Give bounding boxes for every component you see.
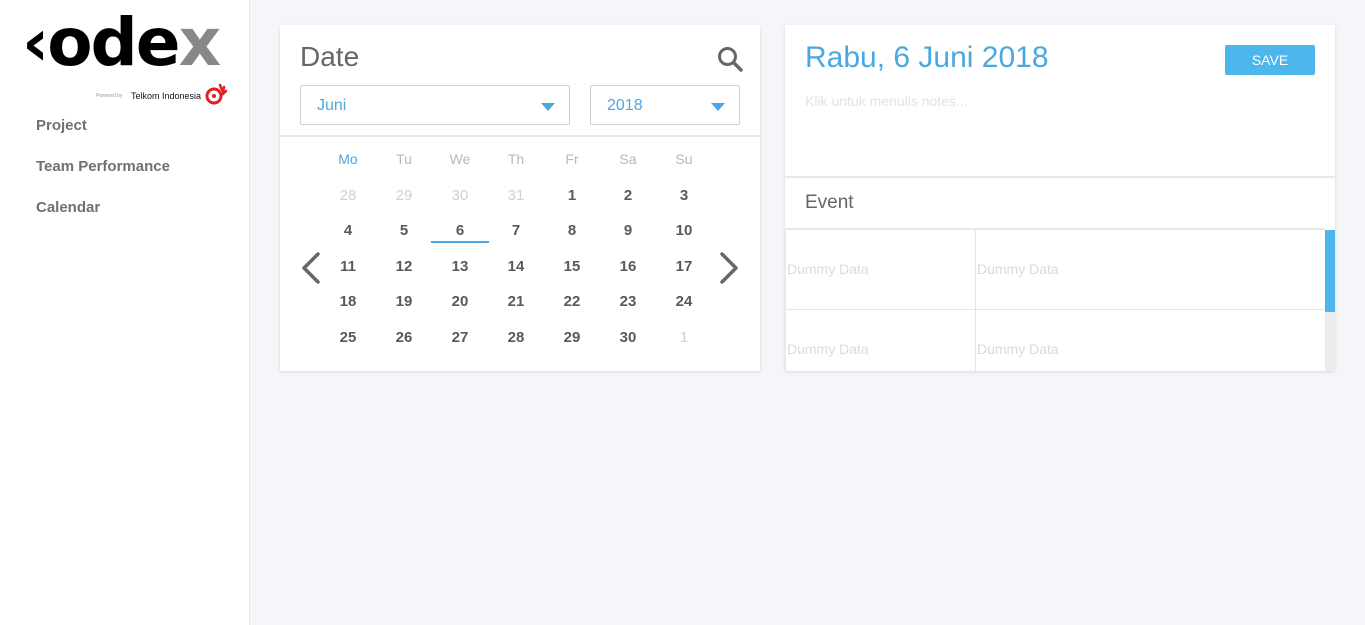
sidebar-item-calendar[interactable]: Calendar bbox=[36, 199, 170, 240]
year-select-value: 2018 bbox=[607, 97, 643, 114]
calendar-day[interactable]: 11 bbox=[320, 249, 376, 284]
calendar-day[interactable]: 28 bbox=[320, 178, 376, 213]
calendar-grid: Mo Tu We Th Fr Sa Su 28 29 30 31 1 2 3 4 5 6 7 8 9 10 11 12 13 1… bbox=[320, 142, 720, 355]
weekday-label: Su bbox=[675, 151, 693, 167]
calendar-day[interactable]: 4 bbox=[320, 213, 376, 248]
calendar-day[interactable]: 5 bbox=[376, 213, 432, 248]
calendar-week-row: 25 26 27 28 29 30 1 bbox=[320, 320, 720, 356]
event-cell[interactable]: Dummy Data bbox=[977, 310, 1326, 371]
notes-input[interactable] bbox=[805, 93, 1315, 163]
calendar-week-row: 11 12 13 14 15 16 17 bbox=[320, 249, 720, 285]
calendar-day[interactable]: 10 bbox=[656, 213, 712, 248]
partner-name: Telkom Indonesia bbox=[131, 91, 202, 101]
save-button[interactable]: SAVE bbox=[1225, 45, 1315, 75]
calendar-day[interactable]: 1 bbox=[656, 320, 712, 355]
weekday-header-row: Mo Tu We Th Fr Sa Su bbox=[320, 142, 720, 178]
calendar-week-row: 28 29 30 31 1 2 3 bbox=[320, 178, 720, 214]
calendar-day[interactable]: 29 bbox=[376, 178, 432, 213]
calendar-day[interactable]: 14 bbox=[488, 249, 544, 284]
sidebar: ‹odex Powered by Telkom Indonesia Projec… bbox=[0, 0, 250, 625]
calendar-day[interactable]: 27 bbox=[432, 320, 488, 355]
sidebar-nav: Project Team Performance Calendar bbox=[36, 117, 170, 240]
weekday-label: Mo bbox=[338, 151, 358, 167]
calendar-day[interactable]: 1 bbox=[544, 178, 600, 213]
year-select[interactable]: 2018 bbox=[590, 85, 740, 125]
event-table: Dummy Data Dummy Data Dummy Data Dummy D… bbox=[785, 228, 1325, 371]
event-scrollbar[interactable] bbox=[1325, 230, 1335, 371]
calendar-day[interactable]: 21 bbox=[488, 284, 544, 319]
calendar-day[interactable]: 19 bbox=[376, 284, 432, 319]
event-scrollbar-thumb[interactable] bbox=[1325, 230, 1335, 312]
kodex-logo[interactable]: ‹odex Powered by Telkom Indonesia bbox=[22, 10, 230, 110]
calendar-day[interactable]: 30 bbox=[432, 178, 488, 213]
calendar-day[interactable]: 22 bbox=[544, 284, 600, 319]
month-select-value: Juni bbox=[317, 97, 347, 114]
calendar-day[interactable]: 30 bbox=[600, 320, 656, 355]
table-row[interactable]: Dummy Data Dummy Data bbox=[785, 310, 1325, 371]
divider bbox=[785, 176, 1335, 178]
sidebar-item-project[interactable]: Project bbox=[36, 117, 170, 158]
calendar-day[interactable]: 23 bbox=[600, 284, 656, 319]
calendar-day[interactable]: 8 bbox=[544, 213, 600, 248]
logo-wordmark: ‹odex bbox=[22, 4, 221, 81]
calendar-day[interactable]: 29 bbox=[544, 320, 600, 355]
calendar-week-row: 4 5 6 7 8 9 10 bbox=[320, 213, 720, 249]
calendar-day[interactable]: 18 bbox=[320, 284, 376, 319]
selected-date-heading: Rabu, 6 Juni 2018 bbox=[805, 41, 1049, 74]
calendar-day[interactable]: 24 bbox=[656, 284, 712, 319]
calendar-day[interactable]: 12 bbox=[376, 249, 432, 284]
table-row[interactable]: Dummy Data Dummy Data bbox=[785, 230, 1325, 310]
calendar-day[interactable]: 31 bbox=[488, 178, 544, 213]
calendar-day[interactable]: 17 bbox=[656, 249, 712, 284]
calendar-day[interactable]: 25 bbox=[320, 320, 376, 355]
event-cell[interactable]: Dummy Data bbox=[977, 230, 1326, 310]
month-select[interactable]: Juni bbox=[300, 85, 570, 125]
sidebar-item-team-performance[interactable]: Team Performance bbox=[36, 158, 170, 199]
weekday-label: Th bbox=[507, 151, 525, 167]
weekday-label: Sa bbox=[619, 151, 637, 167]
calendar-day[interactable]: 13 bbox=[432, 249, 488, 284]
calendar-day[interactable]: 16 bbox=[600, 249, 656, 284]
calendar-week-row: 18 19 20 21 22 23 24 bbox=[320, 284, 720, 320]
calendar-day[interactable]: 9 bbox=[600, 213, 656, 248]
search-icon[interactable] bbox=[716, 45, 744, 73]
event-section-title: Event bbox=[805, 192, 854, 213]
calendar-day[interactable]: 7 bbox=[488, 213, 544, 248]
calendar-day[interactable]: 28 bbox=[488, 320, 544, 355]
event-cell[interactable]: Dummy Data bbox=[787, 310, 976, 371]
weekday-label: Fr bbox=[565, 151, 579, 167]
caret-down-icon bbox=[541, 103, 555, 111]
calendar-day[interactable]: 26 bbox=[376, 320, 432, 355]
calendar-day[interactable]: 15 bbox=[544, 249, 600, 284]
event-cell[interactable]: Dummy Data bbox=[787, 230, 976, 310]
caret-down-icon bbox=[711, 103, 725, 111]
calendar-day-selected[interactable]: 6 bbox=[431, 213, 489, 248]
date-panel-title: Date bbox=[300, 41, 360, 72]
powered-by-text: Powered by bbox=[96, 93, 123, 99]
weekday-label: We bbox=[449, 151, 471, 167]
calendar-day[interactable]: 3 bbox=[656, 178, 712, 213]
telkom-logo-icon bbox=[205, 83, 228, 105]
weekday-label: Tu bbox=[396, 151, 412, 167]
note-panel: Rabu, 6 Juni 2018 SAVE Event Dummy Data … bbox=[785, 25, 1335, 371]
calendar-day[interactable]: 20 bbox=[432, 284, 488, 319]
calendar-day[interactable]: 2 bbox=[600, 178, 656, 213]
divider bbox=[280, 135, 760, 137]
date-panel: Date Juni 2018 Mo Tu We Th Fr Sa Su 28 29 30 31 1 2 3… bbox=[280, 25, 760, 371]
